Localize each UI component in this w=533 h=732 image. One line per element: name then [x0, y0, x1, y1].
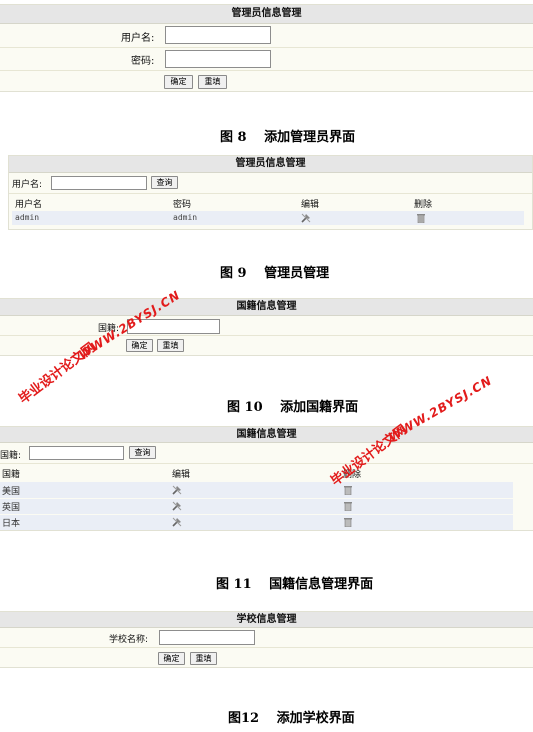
admin-add-form: 管理员信息管理 用户名: 密码: 确定 重填 — [0, 4, 533, 92]
form-header: 学校信息管理 — [0, 612, 533, 628]
admin-list-panel: 管理员信息管理 用户名: 查询 用户名 密码 编辑 删除 admin admin — [8, 155, 533, 230]
password-input[interactable] — [165, 50, 271, 68]
username-label: 用户名: — [121, 33, 155, 44]
figure-caption: 图 8 添加管理员界面 — [220, 130, 356, 145]
reset-button[interactable]: 重填 — [198, 75, 227, 89]
reset-button[interactable]: 重填 — [157, 339, 184, 352]
list-header: 国籍信息管理 — [0, 427, 533, 443]
list-header: 管理员信息管理 — [9, 156, 532, 173]
search-button[interactable]: 查询 — [151, 176, 178, 189]
edit-tools-icon[interactable] — [172, 517, 182, 527]
username-input[interactable] — [165, 26, 271, 44]
col-password: 密码 — [173, 200, 192, 210]
cell-password: admin — [173, 213, 198, 222]
edit-tools-icon[interactable] — [172, 485, 182, 495]
trash-icon[interactable] — [344, 501, 352, 511]
search-input[interactable] — [51, 176, 147, 190]
cell-nationality: 美国 — [2, 487, 21, 497]
edit-tools-icon[interactable] — [172, 501, 182, 511]
form-header: 管理员信息管理 — [0, 5, 533, 24]
school-name-label: 学校名称: — [109, 635, 149, 645]
cell-nationality: 英国 — [2, 503, 21, 513]
figure-caption: 图 11 国籍信息管理界面 — [216, 577, 374, 592]
col-nationality: 国籍 — [2, 470, 21, 480]
school-name-input[interactable] — [159, 630, 255, 645]
trash-icon[interactable] — [344, 485, 352, 495]
password-label: 密码: — [131, 56, 155, 67]
search-label: 国籍: — [0, 451, 22, 461]
col-username: 用户名 — [15, 200, 43, 210]
table-row: admin admin — [12, 211, 524, 225]
school-add-form: 学校信息管理 学校名称: 确定 重填 — [0, 611, 533, 668]
trash-icon[interactable] — [417, 213, 425, 223]
cell-nationality: 日本 — [2, 519, 21, 529]
figure-caption: 图12 添加学校界面 — [228, 711, 355, 726]
edit-tools-icon[interactable] — [301, 213, 311, 223]
search-input[interactable] — [29, 446, 124, 460]
confirm-button[interactable]: 确定 — [126, 339, 153, 352]
figure-caption: 图 10 添加国籍界面 — [227, 400, 359, 415]
table-row: 美国 — [0, 482, 513, 498]
form-header: 国籍信息管理 — [0, 299, 533, 316]
table-row: 日本 — [0, 515, 513, 530]
table-row: 英国 — [0, 499, 513, 514]
search-label: 用户名: — [12, 180, 43, 190]
col-edit: 编辑 — [172, 470, 191, 480]
figure-caption: 图 9 管理员管理 — [220, 266, 330, 281]
nationality-list-panel: 国籍信息管理 国籍: 查询 国籍 编辑 删除 美国 英国 日本 — [0, 426, 533, 531]
confirm-button[interactable]: 确定 — [158, 652, 185, 665]
col-delete: 删除 — [414, 200, 433, 210]
col-edit: 编辑 — [301, 200, 320, 210]
cell-username: admin — [15, 213, 40, 222]
reset-button[interactable]: 重填 — [190, 652, 217, 665]
trash-icon[interactable] — [344, 517, 352, 527]
confirm-button[interactable]: 确定 — [164, 75, 193, 89]
search-button[interactable]: 查询 — [129, 446, 156, 459]
